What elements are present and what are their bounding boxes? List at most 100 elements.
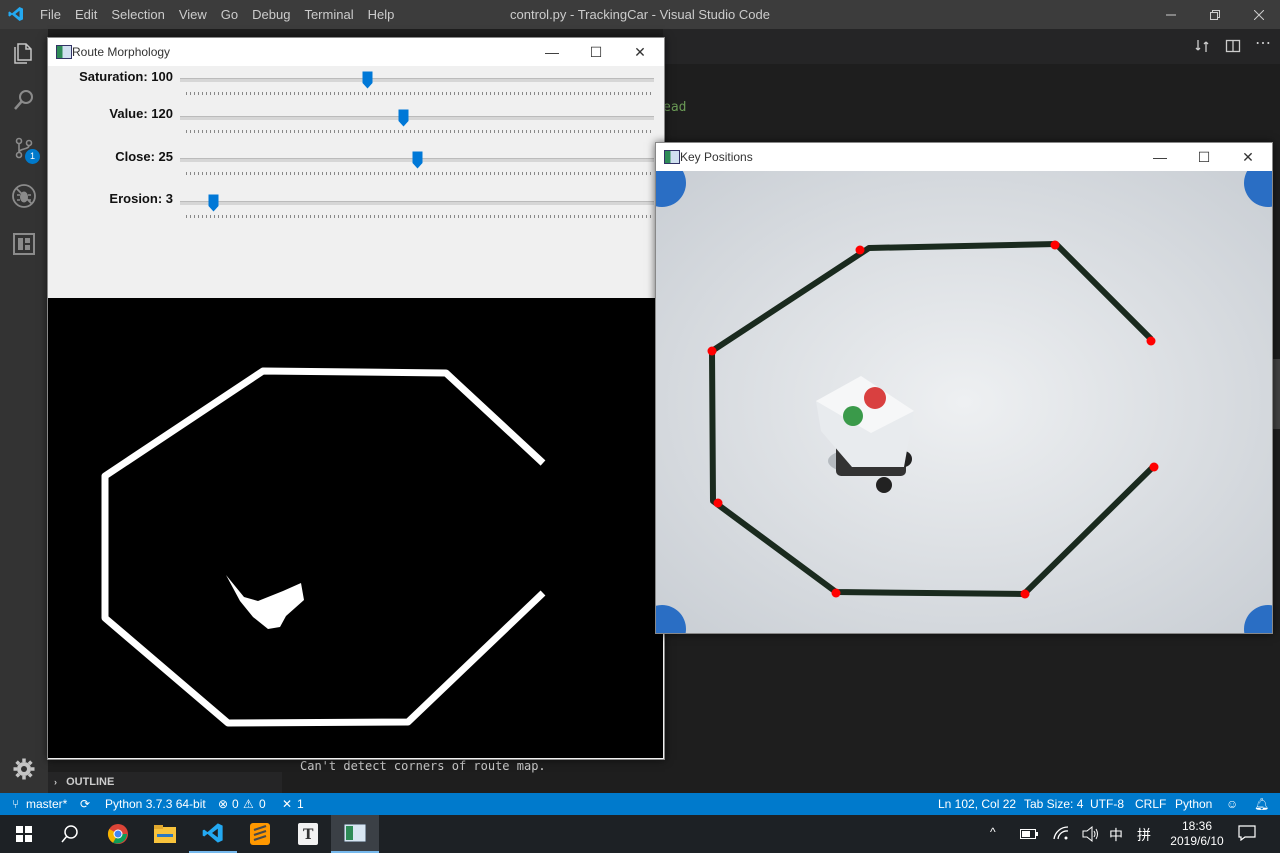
menu-view[interactable]: View xyxy=(172,0,214,29)
menu-go[interactable]: Go xyxy=(214,0,245,29)
tools-icon[interactable]: ✕ xyxy=(282,793,292,815)
outline-section[interactable]: › OUTLINE xyxy=(48,772,282,793)
open-changes-icon[interactable] xyxy=(1194,38,1210,59)
opencv-window-icon[interactable] xyxy=(331,815,379,853)
menu-help[interactable]: Help xyxy=(361,0,402,29)
close-button[interactable] xyxy=(1236,0,1280,29)
ime-indicator[interactable]: 中 xyxy=(1109,825,1123,845)
maximize-button[interactable]: ☐ xyxy=(1182,143,1226,171)
chrome-icon[interactable] xyxy=(94,815,142,853)
typora-icon[interactable]: T xyxy=(284,815,332,853)
encoding[interactable]: UTF-8 xyxy=(1090,793,1124,815)
error-icon[interactable]: ⊗ xyxy=(218,793,228,815)
line-ending[interactable]: CRLF xyxy=(1135,793,1166,815)
activity-bar: 1 xyxy=(0,29,48,793)
error-count[interactable]: 0 xyxy=(232,793,239,815)
menu-terminal[interactable]: Terminal xyxy=(297,0,360,29)
corner-point xyxy=(855,245,865,255)
slider-thumb[interactable] xyxy=(362,71,373,89)
camera-frame-image xyxy=(656,171,1272,633)
extensions-icon[interactable] xyxy=(8,228,40,260)
trackbar-label: Value: 120 xyxy=(109,106,173,121)
language-mode[interactable]: Python xyxy=(1175,793,1212,815)
search-icon[interactable] xyxy=(46,815,94,853)
corner-point xyxy=(1146,336,1156,346)
trackbar-label: Saturation: 100 xyxy=(79,69,173,84)
window-title: Route Morphology xyxy=(72,45,171,59)
clock[interactable]: 18:36 2019/6/10 xyxy=(1170,819,1224,849)
vscode-icon[interactable] xyxy=(189,815,237,853)
vscode-logo-icon xyxy=(8,6,24,22)
minimize-button[interactable] xyxy=(1148,0,1194,29)
file-explorer-icon[interactable] xyxy=(141,815,189,853)
trackbar-label: Erosion: 3 xyxy=(109,191,173,206)
scm-badge: 1 xyxy=(25,149,40,164)
key-positions-window: Key Positions — ☐ ✕ xyxy=(655,142,1273,634)
maximize-button[interactable]: ☐ xyxy=(574,38,618,66)
tools-count[interactable]: 1 xyxy=(297,793,304,815)
explorer-icon[interactable] xyxy=(8,37,40,69)
svg-text:T: T xyxy=(303,827,314,843)
debug-icon[interactable] xyxy=(8,180,40,212)
title-bar: File Edit Selection View Go Debug Terminal Help… xyxy=(0,0,1280,29)
slider-track[interactable] xyxy=(180,116,654,120)
menu-file[interactable]: File xyxy=(33,0,68,29)
notifications-bell-icon[interactable]: 🔔︎ xyxy=(1254,793,1269,815)
show-hidden-icons-icon[interactable]: ^ xyxy=(990,825,996,839)
slider-thumb[interactable] xyxy=(398,109,409,127)
git-branch[interactable]: master* xyxy=(26,793,67,815)
minimize-button[interactable]: — xyxy=(1138,143,1182,171)
menu-debug[interactable]: Debug xyxy=(245,0,297,29)
tab-size[interactable]: Tab Size: 4 xyxy=(1024,793,1083,815)
slider-track[interactable] xyxy=(180,201,654,205)
restore-button[interactable] xyxy=(1192,0,1238,29)
minimize-button[interactable]: — xyxy=(530,38,574,66)
slider-ticks xyxy=(186,92,654,95)
status-bar: ⑂ master* ⟳ Python 3.7.3 64-bit ⊗ 0 ⚠ 0 … xyxy=(0,793,1280,815)
corner-point xyxy=(707,346,717,356)
green-marker xyxy=(843,406,863,426)
sync-icon[interactable]: ⟳ xyxy=(80,793,90,815)
corner-point xyxy=(1050,240,1060,250)
warning-icon[interactable]: ⚠ xyxy=(243,793,254,815)
slider-ticks xyxy=(186,215,654,218)
wifi-icon[interactable] xyxy=(1052,825,1070,844)
corner-point xyxy=(1020,589,1030,599)
menu-edit[interactable]: Edit xyxy=(68,0,104,29)
corner-point xyxy=(713,498,723,508)
feedback-smiley-icon[interactable]: ☺ xyxy=(1226,793,1238,815)
slider-ticks xyxy=(186,130,654,133)
code-fragment: ead xyxy=(663,100,687,115)
outline-label: OUTLINE xyxy=(66,776,115,788)
editor-tab-strip: ⋯ xyxy=(663,29,1280,64)
more-actions-icon[interactable]: ⋯ xyxy=(1255,33,1271,53)
source-control-icon[interactable]: 1 xyxy=(8,132,40,164)
settings-gear-icon[interactable] xyxy=(8,753,40,785)
action-center-icon[interactable] xyxy=(1238,825,1256,844)
window-title-bar: Key Positions — ☐ ✕ xyxy=(656,143,1272,171)
python-interpreter[interactable]: Python 3.7.3 64-bit xyxy=(105,793,206,815)
opencv-window-icon xyxy=(56,45,72,59)
menu-selection[interactable]: Selection xyxy=(104,0,171,29)
close-button[interactable]: ✕ xyxy=(618,38,662,66)
window-title: Key Positions xyxy=(680,150,753,164)
volume-icon[interactable] xyxy=(1082,825,1100,845)
red-marker xyxy=(864,387,886,409)
warning-count[interactable]: 0 xyxy=(259,793,266,815)
slider-thumb[interactable] xyxy=(412,151,423,169)
route-binary-image xyxy=(48,298,663,758)
window-title-bar: Route Morphology — ☐ ✕ xyxy=(48,38,664,66)
slider-thumb[interactable] xyxy=(208,194,219,212)
start-icon[interactable] xyxy=(0,815,48,853)
ime-mode[interactable]: 拼 xyxy=(1137,825,1151,845)
battery-icon[interactable] xyxy=(1020,828,1038,842)
split-editor-icon[interactable] xyxy=(1225,38,1241,59)
slider-track[interactable] xyxy=(180,78,654,82)
close-button[interactable]: ✕ xyxy=(1226,143,1270,171)
search-icon[interactable] xyxy=(8,84,40,116)
corner-point xyxy=(1149,462,1159,472)
chevron-right-icon: › xyxy=(54,777,57,787)
cursor-position[interactable]: Ln 102, Col 22 xyxy=(938,793,1016,815)
sublime-icon[interactable] xyxy=(236,815,284,853)
slider-ticks xyxy=(186,172,654,175)
